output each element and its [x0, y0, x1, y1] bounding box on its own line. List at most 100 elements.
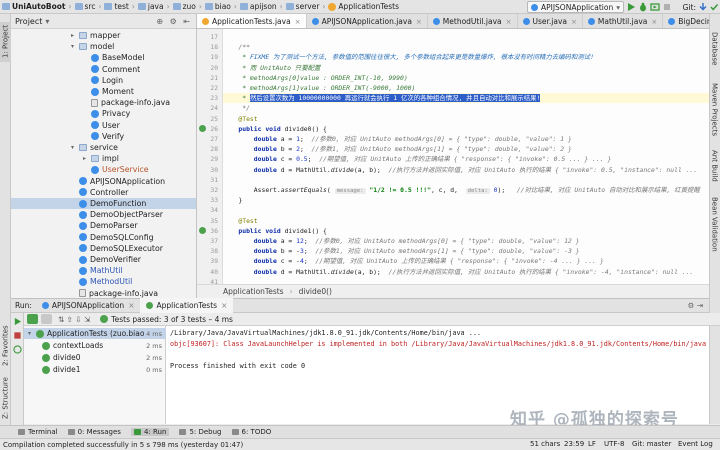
project-tree-item[interactable]: BaseModel	[11, 52, 196, 63]
panel-settings-icon[interactable]: ⚙ ⇥	[688, 301, 703, 310]
char-count[interactable]: 51 chars	[530, 440, 560, 448]
expand-arrow-icon[interactable]: ▾	[71, 43, 77, 50]
breadcrumb-method[interactable]: divide0()	[299, 287, 332, 296]
code-line[interactable]: public void divide0() {	[223, 124, 709, 134]
code-line[interactable]: double c = -4; //期望值, 对应 UnitAuto 上传的正确结…	[223, 256, 709, 266]
project-tree-item[interactable]: MethodUtil	[11, 276, 196, 287]
code-line[interactable]: double d = MathUtil.divide(a, b); //执行方法…	[223, 267, 709, 277]
expand-arrow-icon[interactable]: ▸	[71, 32, 77, 39]
show-ignored-icon[interactable]	[41, 314, 52, 324]
code-line[interactable]: Assert.assertEquals( message: "1/2 != 0.…	[223, 185, 709, 195]
bottom-tool-3[interactable]: 4: Run	[130, 428, 170, 436]
caret-position[interactable]: 23:59	[564, 440, 584, 448]
code-line[interactable]: * methodArgs[1]value : ORDER_INT(-9000, …	[223, 83, 709, 93]
code-line[interactable]: /**	[223, 42, 709, 52]
project-tree-item[interactable]: MathUtil	[11, 265, 196, 276]
code-line[interactable]: double d = MathUtil.divide(a, b); //执行方法…	[223, 165, 709, 175]
project-tree-item[interactable]: Verify	[11, 131, 196, 142]
coverage-icon[interactable]	[650, 2, 660, 12]
test-tree-item[interactable]: divide0 2 ms	[24, 352, 166, 363]
project-tree-item[interactable]: DemoParser	[11, 220, 196, 231]
run-test-icon[interactable]	[199, 124, 206, 132]
project-tree-item[interactable]: User	[11, 120, 196, 131]
editor-tab[interactable]: User.java ×	[518, 14, 583, 28]
breadcrumb-item[interactable]: java ›	[137, 2, 170, 11]
file-encoding[interactable]: UTF-8	[604, 440, 624, 448]
code-line[interactable]: public void divide1() {	[223, 226, 709, 236]
panel-settings-icon[interactable]: ⊕ ⚙ ⇤	[156, 17, 192, 26]
close-icon[interactable]: ×	[221, 301, 227, 310]
close-icon[interactable]: ×	[506, 18, 512, 26]
test-tree-item[interactable]: contextLoads 2 ms	[24, 340, 166, 351]
code-line[interactable]	[223, 32, 709, 42]
bottom-tool-2[interactable]: 0: Messages	[67, 428, 121, 436]
code-line[interactable]: }	[223, 195, 709, 205]
project-tree-item[interactable]: DemoObjectParser	[11, 209, 196, 220]
editor-tab[interactable]: MethodUtil.java ×	[428, 14, 518, 28]
debug-icon[interactable]	[638, 2, 648, 12]
project-tree-item[interactable]: Privacy	[11, 108, 196, 119]
stop-icon[interactable]	[662, 2, 672, 12]
close-icon[interactable]: ×	[416, 18, 422, 26]
rerun-failed-icon[interactable]	[13, 345, 22, 354]
line-separator[interactable]: LF	[588, 440, 596, 448]
event-log[interactable]: Event Log	[678, 440, 713, 448]
breadcrumb-item[interactable]: ApplicationTests	[328, 2, 399, 11]
run-configuration-select[interactable]: APIJSONApplication ▾	[526, 1, 624, 13]
vcs-branch[interactable]: Git: master	[632, 440, 671, 448]
breadcrumb-item[interactable]: zuo ›	[172, 2, 202, 11]
expand-arrow-icon[interactable]: ▾	[71, 144, 77, 151]
project-tree-item[interactable]: UserService	[11, 164, 196, 175]
project-tree-item[interactable]: DemoFunction	[11, 198, 196, 210]
chevron-down-icon[interactable]: ▾	[45, 17, 49, 26]
expand-arrow-icon[interactable]: ▸	[83, 155, 89, 162]
code-line[interactable]: double a = 1; //参数0, 对应 UnitAuto methodA…	[223, 134, 709, 144]
ant-build-tool-tab[interactable]: Ant Build	[709, 146, 720, 186]
project-tree-item[interactable]: ▸ impl	[11, 153, 196, 164]
project-tree-item[interactable]: ▾ service	[11, 142, 196, 153]
close-icon[interactable]: ×	[295, 18, 301, 26]
breadcrumb-item[interactable]: biao ›	[204, 2, 237, 11]
code-line[interactable]: @Test	[223, 114, 709, 124]
database-tool-tab[interactable]: Database	[709, 28, 720, 70]
bean-validation-tool-tab[interactable]: Bean Validation	[709, 194, 720, 254]
bottom-tool-5[interactable]: 6: TODO	[231, 428, 271, 436]
close-icon[interactable]: ×	[571, 18, 577, 26]
breadcrumb-item[interactable]: server ›	[285, 2, 325, 11]
code-line[interactable]: * FIXME 为了测试一个方法, 参数值的范围往往很大, 多个参数组合起来更是…	[223, 52, 709, 62]
project-tree-item[interactable]: Moment	[11, 86, 196, 97]
breadcrumb-item[interactable]: src ›	[74, 2, 101, 11]
code-line[interactable]: * 而 UnitAuto 只要配置	[223, 63, 709, 73]
code-editor[interactable]: /** * FIXME 为了测试一个方法, 参数值的范围往往很大, 多个参数组合…	[223, 29, 709, 284]
code-line[interactable]: double a = 12; //参数0, 对应 UnitAuto method…	[223, 236, 709, 246]
code-line[interactable]: double c = 0.5; //期望值, 对应 UnitAuto 上传的正确…	[223, 154, 709, 164]
stop-icon[interactable]	[13, 331, 22, 340]
project-tree-item[interactable]: ▾ model	[11, 41, 196, 52]
project-panel-title[interactable]: Project	[15, 17, 42, 26]
bottom-tool-4[interactable]: 5: Debug	[179, 428, 222, 436]
project-tree-item[interactable]: Comment	[11, 64, 196, 75]
project-tree-item[interactable]: ▸ mapper	[11, 30, 196, 41]
code-line[interactable]: double b = -3; //参数1, 对应 UnitAuto method…	[223, 246, 709, 256]
project-tree-item[interactable]: DemoSQLConfig	[11, 232, 196, 243]
rerun-icon[interactable]	[13, 317, 22, 326]
run-icon[interactable]	[626, 2, 636, 12]
favorites-tool-tab[interactable]: 2: Favorites	[0, 324, 11, 368]
structure-tool-tab[interactable]: Z: Structure	[0, 374, 11, 422]
code-line[interactable]: * 然后设置次数为 10000000000 再运行就会执行 1 亿次的各种组合情…	[223, 93, 709, 104]
breadcrumb-item[interactable]: test ›	[104, 2, 135, 11]
project-tool-tab[interactable]: 1: Project	[0, 22, 11, 62]
project-tree-item[interactable]: Controller	[11, 187, 196, 198]
close-icon[interactable]: ×	[128, 301, 134, 310]
code-line[interactable]	[223, 205, 709, 215]
editor-tab[interactable]: BigDecimal.java×	[663, 14, 709, 28]
code-line[interactable]	[223, 175, 709, 185]
test-tree-item[interactable]: ▾ ApplicationTests (zuo.biao 4 ms	[24, 328, 166, 339]
code-line[interactable]: */	[223, 103, 709, 113]
code-line[interactable]: * methodArgs[0]value : ORDER_INT(-10, 99…	[223, 73, 709, 83]
vcs-update-icon[interactable]	[698, 2, 708, 12]
breadcrumb-class[interactable]: ApplicationTests	[223, 287, 284, 296]
run-tab-apijson[interactable]: APIJSONApplication ×	[36, 298, 141, 313]
project-tree-item[interactable]: Login	[11, 75, 196, 86]
editor-tab[interactable]: MathUtil.java ×	[583, 14, 664, 28]
